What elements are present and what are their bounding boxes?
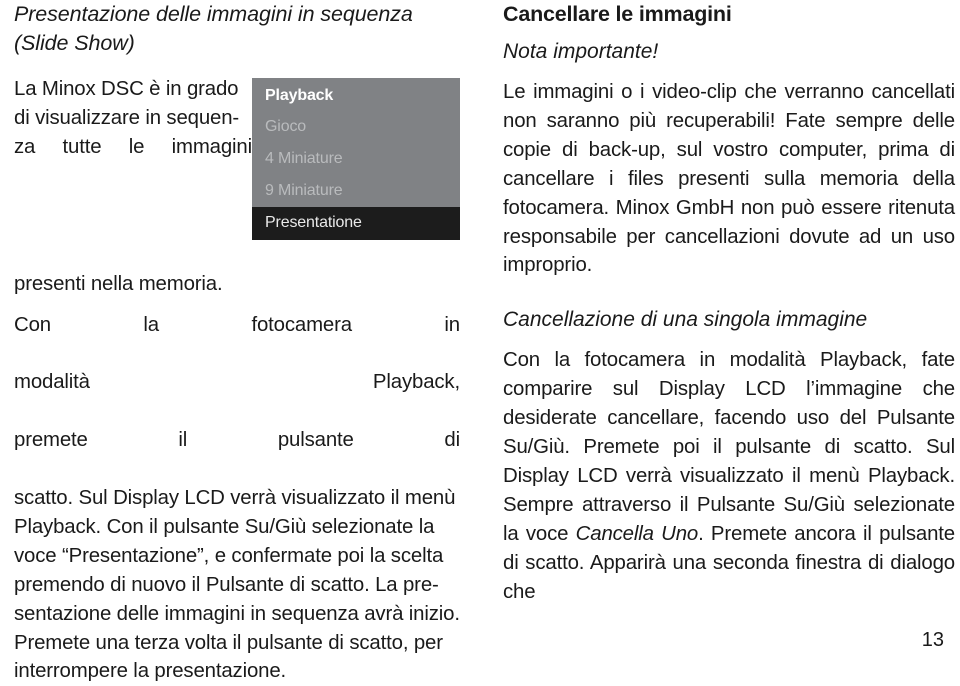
- page-title-line-1: Presentazione delle immagini in sequenza: [14, 2, 413, 26]
- left-paragraph-2-line-3: premete il pulsante di: [14, 429, 460, 452]
- lcd-menu-item-gioco[interactable]: Gioco: [252, 111, 460, 143]
- page-title-line-2: (Slide Show): [14, 30, 135, 55]
- section-heading-cancellare: Cancellare le immagini: [503, 2, 732, 26]
- page-title: Presentazione delle immagini in sequenza…: [14, 0, 460, 57]
- left-paragraph-2-line-1: Con la fotocamera in: [14, 313, 460, 336]
- left-paragraph-2-line-4: scatto. Sul Display LCD verrà visualizza…: [14, 486, 456, 509]
- lcd-menu-item-playback[interactable]: Playback: [252, 78, 460, 111]
- left-paragraph-2-line-8: sentazione delle immagini in sequenza av…: [14, 602, 460, 625]
- lcd-menu-item-4-miniature[interactable]: 4 Miniature: [252, 143, 460, 175]
- left-paragraph-2-line-7: premendo di nuovo il Pulsante di scatto.…: [14, 573, 439, 596]
- left-paragraph-2-line-9: Premete una terza volta il pulsante di s…: [14, 631, 443, 654]
- lcd-menu-item-9-miniature[interactable]: 9 Miniature: [252, 175, 460, 207]
- subsection-heading-cancellazione: Cancellazione di una singola immagine: [503, 308, 868, 332]
- left-body-wrap: Playback Gioco 4 Miniature 9 Miniature P…: [14, 75, 460, 686]
- right-paragraph-2: Con la fotocamera in modalità Playback, …: [503, 346, 955, 606]
- lcd-menu-item-presentatione[interactable]: Presentatione: [252, 207, 460, 240]
- right-paragraph-2-menu-name: Cancella Uno: [575, 522, 699, 545]
- manual-page: Presentazione delle immagini in sequenza…: [0, 0, 960, 682]
- right-column: Cancellare le immagini Nota importante! …: [503, 0, 955, 607]
- left-paragraph-2-line-6: voce “Presentazione”, e confermate poi l…: [14, 544, 444, 567]
- left-paragraph-1-line-3: presenti nella memoria.: [14, 272, 223, 295]
- right-paragraph-2-part-1: Con la fotocamera in modalità Playback, …: [503, 349, 955, 545]
- left-paragraph-2-line-2: modalità Playback,: [14, 371, 460, 394]
- right-paragraph-1: Le immagini o i video-clip che verranno …: [503, 81, 955, 277]
- lcd-playback-menu[interactable]: Playback Gioco 4 Miniature 9 Miniature P…: [252, 78, 460, 240]
- note-subheading: Nota importante!: [503, 40, 659, 63]
- left-paragraph-2-line-10: interrompere la presentazione.: [14, 660, 287, 683]
- page-number: 13: [921, 629, 944, 651]
- left-column: Presentazione delle immagini in sequenza…: [14, 0, 460, 686]
- left-paragraph-2-line-5: Playback. Con il pulsante Su/Giù selezio…: [14, 515, 435, 538]
